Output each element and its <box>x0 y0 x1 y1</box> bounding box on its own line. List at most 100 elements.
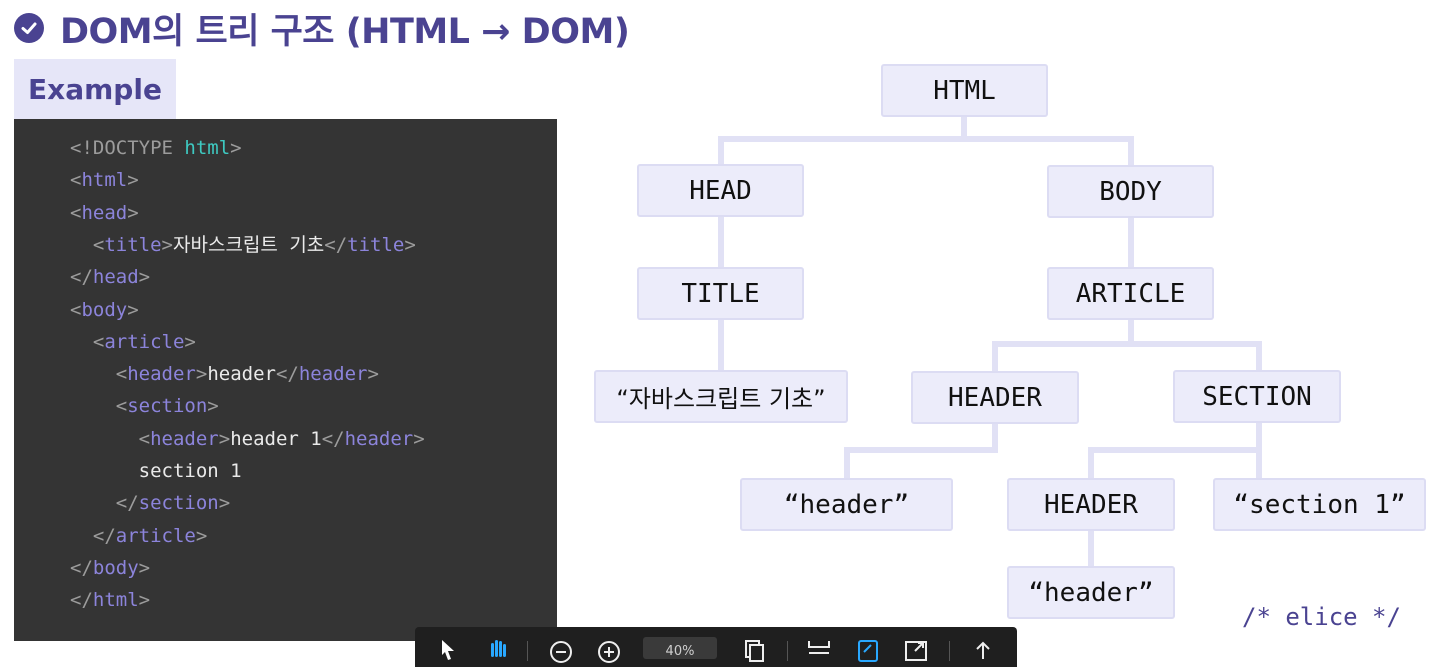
code-token: </ <box>70 556 93 579</box>
code-token: section <box>127 395 208 418</box>
code-line: </body> <box>70 553 150 583</box>
code-line: <head> <box>70 198 139 228</box>
code-token: </ <box>324 233 348 256</box>
code-token: > <box>367 363 379 386</box>
code-token: < <box>138 427 151 450</box>
code-token: 자바스크립트 기초 <box>173 233 325 256</box>
connector <box>1128 136 1134 167</box>
toolbar-divider <box>527 641 528 661</box>
code-token: > <box>195 524 208 547</box>
code-token: > <box>161 233 173 256</box>
node-article: ARTICLE <box>1047 267 1214 320</box>
example-tab: Example <box>14 59 176 119</box>
code-token: > <box>230 137 242 159</box>
code-token: > <box>218 492 231 515</box>
code-line: <title>자바스크립트 기초</title> <box>70 230 416 260</box>
code-token: > <box>127 169 139 192</box>
code-token: < <box>70 298 82 321</box>
code-token: header <box>344 427 414 450</box>
slide-title: DOM의 트리 구조 (HTML → DOM) <box>60 11 630 52</box>
code-token: html <box>184 137 231 159</box>
zoom-level[interactable]: 40% <box>643 637 717 659</box>
connector <box>992 341 1262 347</box>
code-token: > <box>138 556 151 579</box>
elice-watermark: /* elice */ <box>1242 603 1401 631</box>
code-token: <!DOCTYPE <box>70 137 185 159</box>
code-token: section <box>138 492 219 515</box>
code-token: > <box>127 201 139 224</box>
code-line: <header>header 1</header> <box>70 424 425 454</box>
code-token: > <box>404 233 416 256</box>
node-section-header: HEADER <box>1007 478 1175 531</box>
code-token: > <box>195 363 208 386</box>
code-token: head <box>92 266 139 289</box>
code-line: <section> <box>70 391 219 421</box>
copy-icon[interactable] <box>741 637 767 663</box>
connector <box>718 136 1134 142</box>
code-token: body <box>92 556 139 579</box>
code-token: article <box>115 524 196 547</box>
code-token: </ <box>70 266 93 289</box>
code-token: > <box>138 266 151 289</box>
code-token: < <box>92 233 105 256</box>
code-line: section 1 <box>70 456 242 486</box>
upload-icon[interactable] <box>970 637 996 663</box>
node-header: HEADER <box>911 371 1079 424</box>
connector <box>718 217 724 269</box>
connector <box>1088 447 1094 480</box>
code-token: section 1 <box>70 460 242 482</box>
connector <box>992 423 998 450</box>
toolbar-divider <box>787 641 788 661</box>
viewer-toolbar: 40% <box>415 627 1017 667</box>
code-token: < <box>92 330 105 353</box>
code-token: title <box>347 233 405 256</box>
connector <box>1256 447 1262 480</box>
toolbar-divider <box>949 641 950 661</box>
node-body: BODY <box>1047 165 1214 218</box>
code-line: </head> <box>70 262 150 292</box>
code-token: </ <box>70 589 93 612</box>
code-token: </ <box>275 363 299 386</box>
code-token: </ <box>321 427 345 450</box>
code-token: body <box>81 298 128 321</box>
fullscreen-icon[interactable] <box>903 637 929 663</box>
code-line: <article> <box>70 327 196 357</box>
code-panel: <!DOCTYPE html> <html> <head> <title>자바스크립… <box>14 119 557 641</box>
connector <box>844 447 998 453</box>
connector <box>844 447 850 480</box>
hand-icon[interactable] <box>485 637 511 663</box>
zoom-out-icon[interactable] <box>548 637 574 663</box>
fit-page-icon[interactable] <box>806 637 832 663</box>
node-html: HTML <box>881 64 1048 117</box>
code-token: header 1 <box>230 427 322 450</box>
connector <box>1088 531 1094 568</box>
pointer-icon[interactable] <box>435 637 461 663</box>
code-token: html <box>81 169 128 192</box>
check-circle-icon <box>14 13 44 43</box>
code-line: <body> <box>70 295 139 325</box>
code-token: < <box>70 169 82 192</box>
zoom-in-icon[interactable] <box>596 637 622 663</box>
code-token: < <box>115 395 128 418</box>
connector <box>1128 218 1134 269</box>
node-head: HEAD <box>637 164 804 217</box>
node-title: TITLE <box>637 267 804 320</box>
node-header-text: “header” <box>740 478 953 531</box>
code-token: html <box>92 589 139 612</box>
code-line: </section> <box>70 488 230 518</box>
code-token: < <box>115 363 128 386</box>
code-token: > <box>138 589 151 612</box>
edit-icon[interactable] <box>855 637 881 663</box>
code-token: header <box>150 427 219 450</box>
connector <box>718 136 724 166</box>
connector <box>1256 341 1262 372</box>
code-token: header <box>207 363 276 386</box>
connector <box>1256 422 1262 450</box>
code-token: </ <box>92 524 116 547</box>
code-line: </html> <box>70 585 150 615</box>
code-token: head <box>81 201 128 224</box>
